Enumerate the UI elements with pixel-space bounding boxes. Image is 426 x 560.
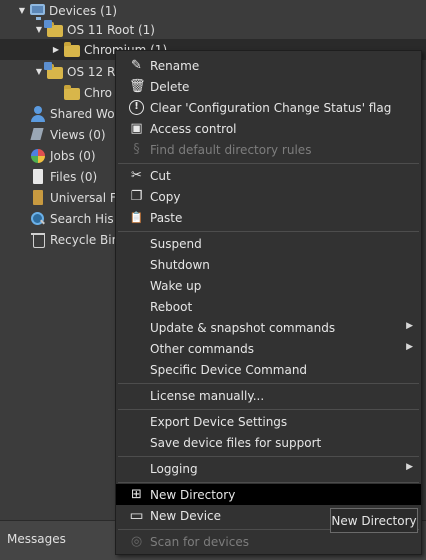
menu-item-label: New Directory (150, 487, 236, 502)
menu-item-update-snapshot[interactable]: Update & snapshot commands ▶ (116, 317, 421, 338)
menu-item-label: Specific Device Command (150, 362, 308, 377)
tree-item-label: Jobs (0) (50, 148, 96, 163)
expand-arrow-icon[interactable]: ▶ (51, 45, 61, 54)
tooltip: New Directory (330, 508, 418, 533)
tree-item-label: Files (0) (50, 169, 98, 184)
menu-item-find-default-rules: § Find default directory rules (116, 139, 421, 160)
tree-item-label: OS 12 R (67, 64, 116, 79)
trash-icon: 🗑 (129, 79, 146, 94)
menu-item-label: Other commands (150, 341, 255, 356)
menu-item-label: Rename (150, 58, 200, 73)
tooltip-text: New Directory (331, 513, 417, 528)
scissors-icon: ✂ (131, 168, 142, 183)
menu-item-save-device-files[interactable]: Save device files for support (116, 432, 421, 453)
menu-item-scan-devices: ◎ Scan for devices (116, 531, 421, 552)
folder-icon (44, 19, 63, 37)
menu-item-copy[interactable]: ❐ Copy (116, 186, 421, 207)
monitor-icon: ▭ (129, 506, 144, 524)
menu-item-cut[interactable]: ✂ Cut (116, 165, 421, 186)
menu-item-other-commands[interactable]: Other commands ▶ (116, 338, 421, 359)
new-folder-icon: ⊞ (131, 487, 142, 502)
menu-item-suspend[interactable]: Suspend (116, 233, 421, 254)
menu-item-rename[interactable]: ✎ Rename (116, 55, 421, 76)
tree-item-label: OS 11 Root (1) (67, 22, 155, 37)
tree-item-label: Shared Wo (50, 106, 115, 121)
submenu-arrow-icon: ▶ (406, 321, 413, 331)
submenu-arrow-icon: ▶ (406, 462, 413, 472)
copy-icon: ❐ (130, 189, 143, 204)
menu-item-label: Export Device Settings (150, 414, 288, 429)
menu-item-specific-device-command[interactable]: Specific Device Command (116, 359, 421, 380)
menu-separator (118, 383, 419, 384)
menu-item-label: Reboot (150, 299, 193, 314)
expand-arrow-icon[interactable]: ▼ (17, 6, 27, 15)
menu-item-label: Clear 'Configuration Change Status' flag (150, 100, 392, 115)
menu-item-logging[interactable]: Logging ▶ (116, 458, 421, 479)
menu-item-label: Save device files for support (150, 435, 322, 450)
file-icon (30, 168, 46, 185)
scan-icon: ◎ (130, 534, 143, 549)
menu-item-label: Find default directory rules (150, 142, 312, 157)
menu-item-label: New Device (150, 508, 222, 523)
menu-item-label: Delete (150, 79, 190, 94)
recycle-bin-icon (30, 232, 46, 248)
user-icon (30, 105, 46, 122)
menu-item-label: Paste (150, 210, 183, 225)
tree-item-devices[interactable]: ▼ Devices (1) (0, 0, 426, 21)
messages-tab[interactable]: Messages (7, 532, 66, 546)
tree-item-label: Universal F (50, 190, 117, 205)
menu-item-clear-flag[interactable]: ! Clear 'Configuration Change Status' fl… (116, 97, 421, 118)
exclamation-icon: ! (129, 100, 144, 115)
expand-arrow-icon[interactable]: ▼ (34, 25, 44, 34)
expand-arrow-icon[interactable]: ▼ (34, 67, 44, 76)
search-icon (30, 211, 46, 227)
menu-item-label: Access control (150, 121, 237, 136)
monitor-icon (30, 3, 45, 20)
book-icon (30, 189, 46, 206)
tree-item-label: Devices (1) (49, 3, 118, 18)
menu-item-export-settings[interactable]: Export Device Settings (116, 411, 421, 432)
submenu-arrow-icon: ▶ (406, 342, 413, 352)
menu-item-access-control[interactable]: ▣ Access control (116, 118, 421, 139)
tree-item-label: Recycle Bin (50, 232, 120, 247)
tree-item-label: Chro (84, 85, 112, 100)
views-icon (30, 127, 46, 143)
tree-item-os11-root[interactable]: ▼ OS 11 Root (1) (0, 19, 426, 40)
menu-item-label: Shutdown (150, 257, 210, 272)
menu-separator (118, 482, 419, 483)
section-icon: § (133, 142, 140, 157)
menu-separator (118, 456, 419, 457)
menu-separator (118, 231, 419, 232)
menu-item-license-manually[interactable]: License manually... (116, 385, 421, 406)
menu-item-delete[interactable]: 🗑 Delete (116, 76, 421, 97)
menu-item-new-directory[interactable]: ⊞ New Directory (116, 484, 421, 505)
menu-item-label: License manually... (150, 388, 265, 403)
menu-item-label: Cut (150, 168, 171, 183)
id-card-icon: ▣ (130, 121, 143, 136)
menu-separator (118, 409, 419, 410)
context-menu: ✎ Rename 🗑 Delete ! Clear 'Configuration… (115, 50, 422, 555)
menu-item-label: Suspend (150, 236, 202, 251)
menu-item-label: Wake up (150, 278, 202, 293)
folder-icon (64, 84, 80, 100)
clipboard-icon: 📋 (129, 211, 144, 224)
menu-item-reboot[interactable]: Reboot (116, 296, 421, 317)
menu-separator (118, 163, 419, 164)
pencil-icon: ✎ (131, 58, 142, 73)
tree-item-label: Views (0) (50, 127, 106, 142)
folder-icon (44, 61, 63, 79)
jobs-icon (30, 148, 46, 164)
menu-item-wake-up[interactable]: Wake up (116, 275, 421, 296)
menu-item-label: Update & snapshot commands (150, 320, 336, 335)
menu-item-label: Copy (150, 189, 181, 204)
menu-item-label: Scan for devices (150, 534, 249, 549)
menu-item-shutdown[interactable]: Shutdown (116, 254, 421, 275)
tree-item-label: Search His (50, 211, 114, 226)
menu-item-label: Logging (150, 461, 198, 476)
menu-item-paste[interactable]: 📋 Paste (116, 207, 421, 228)
folder-icon (64, 41, 80, 57)
